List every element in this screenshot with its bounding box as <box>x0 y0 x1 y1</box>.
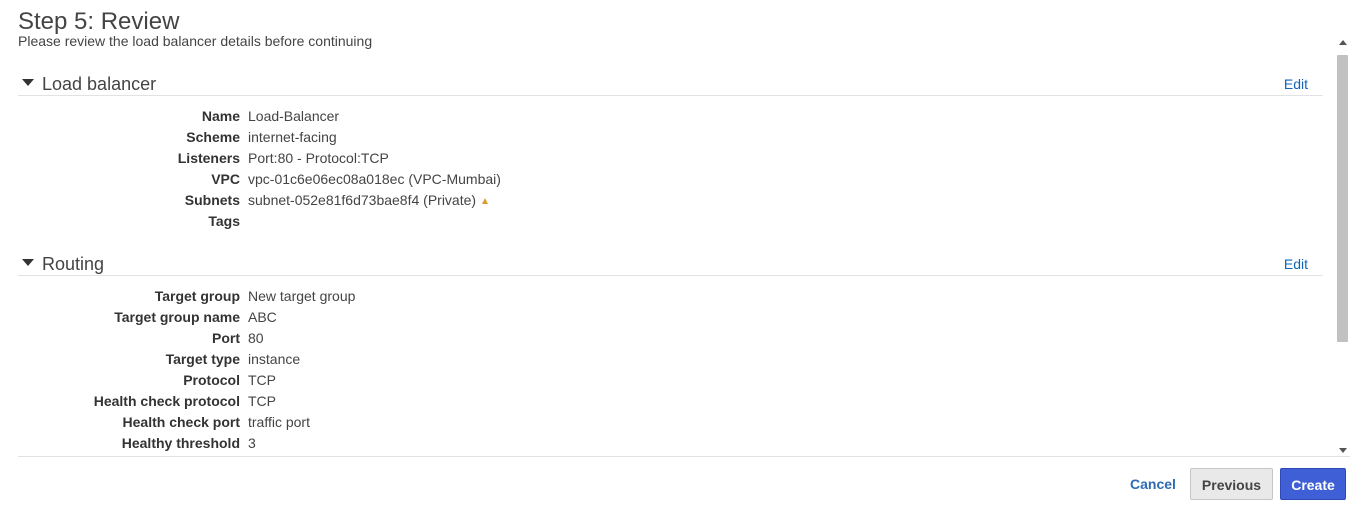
create-button[interactable]: Create <box>1280 468 1346 500</box>
detail-row-tags: Tags <box>18 211 1323 232</box>
scroll-up-arrow-icon[interactable] <box>1339 40 1347 45</box>
detail-row-target-type: Target type instance <box>18 349 1323 370</box>
detail-label: Scheme <box>186 129 240 145</box>
detail-label: Listeners <box>177 150 240 166</box>
detail-row-listeners: Listeners Port:80 - Protocol:TCP <box>18 148 1323 169</box>
detail-row-port: Port 80 <box>18 328 1323 349</box>
footer-divider <box>18 456 1350 457</box>
detail-value: internet-facing <box>248 129 337 145</box>
review-scroll-area[interactable]: Load balancer Edit Name Load-Balancer Sc… <box>18 50 1323 455</box>
page-subtitle: Please review the load balancer details … <box>18 33 373 49</box>
detail-row-scheme: Scheme internet-facing <box>18 127 1323 148</box>
detail-label: Target group name <box>114 309 240 325</box>
vertical-scrollbar[interactable] <box>1336 38 1349 455</box>
scroll-down-arrow-icon[interactable] <box>1339 448 1347 453</box>
detail-value: Port:80 - Protocol:TCP <box>248 150 389 166</box>
detail-label: Tags <box>208 213 240 229</box>
detail-label: VPC <box>211 171 240 187</box>
detail-label: Health check port <box>122 414 240 430</box>
detail-label: Name <box>201 108 240 124</box>
detail-row-health-check-port: Health check port traffic port <box>18 412 1323 433</box>
detail-row-target-group-name: Target group name ABC <box>18 307 1323 328</box>
routing-section-header[interactable]: Routing Edit <box>18 230 1323 276</box>
detail-label: Healthy threshold <box>121 435 240 451</box>
caret-down-icon[interactable] <box>22 79 34 86</box>
detail-value: 80 <box>248 330 264 346</box>
detail-label: Port <box>212 330 240 346</box>
detail-value: ABC <box>248 309 277 325</box>
subnet-value-text: subnet-052e81f6d73bae8f4 (Private) <box>248 192 477 208</box>
detail-row-vpc: VPC vpc-01c6e06ec08a018ec (VPC-Mumbai) <box>18 169 1323 190</box>
detail-value: instance <box>248 351 301 367</box>
detail-row-subnets: Subnets subnet-052e81f6d73bae8f4 (Privat… <box>18 190 1323 211</box>
routing-edit-link[interactable]: Edit <box>1284 255 1308 273</box>
detail-value: TCP <box>248 393 276 409</box>
detail-row-name: Name Load-Balancer <box>18 106 1323 127</box>
load-balancer-edit-link[interactable]: Edit <box>1284 75 1308 93</box>
detail-value: Load-Balancer <box>248 108 340 124</box>
cancel-button[interactable]: Cancel <box>1123 468 1183 500</box>
warning-icon[interactable] <box>482 198 489 205</box>
detail-label: Health check protocol <box>93 393 240 409</box>
detail-value-subnets: subnet-052e81f6d73bae8f4 (Private) <box>248 190 489 211</box>
detail-value: vpc-01c6e06ec08a018ec (VPC-Mumbai) <box>248 171 501 187</box>
detail-label: Target type <box>165 351 240 367</box>
scrollbar-thumb[interactable] <box>1337 55 1348 342</box>
previous-button[interactable]: Previous <box>1190 468 1273 500</box>
detail-value: traffic port <box>248 414 310 430</box>
detail-row-protocol: Protocol TCP <box>18 370 1323 391</box>
detail-row-healthy-threshold: Healthy threshold 3 <box>18 433 1323 454</box>
routing-section-title: Routing <box>42 254 105 274</box>
caret-down-icon[interactable] <box>22 259 34 266</box>
detail-label: Target group <box>154 288 240 304</box>
load-balancer-section-title: Load balancer <box>42 74 157 94</box>
detail-row-health-check-protocol: Health check protocol TCP <box>18 391 1323 412</box>
detail-value: TCP <box>248 372 276 388</box>
detail-value: New target group <box>248 288 356 304</box>
detail-label: Subnets <box>184 192 240 208</box>
detail-row-target-group: Target group New target group <box>18 286 1323 307</box>
detail-value: 3 <box>248 435 256 451</box>
detail-label: Protocol <box>183 372 240 388</box>
load-balancer-section-header[interactable]: Load balancer Edit <box>18 50 1323 96</box>
